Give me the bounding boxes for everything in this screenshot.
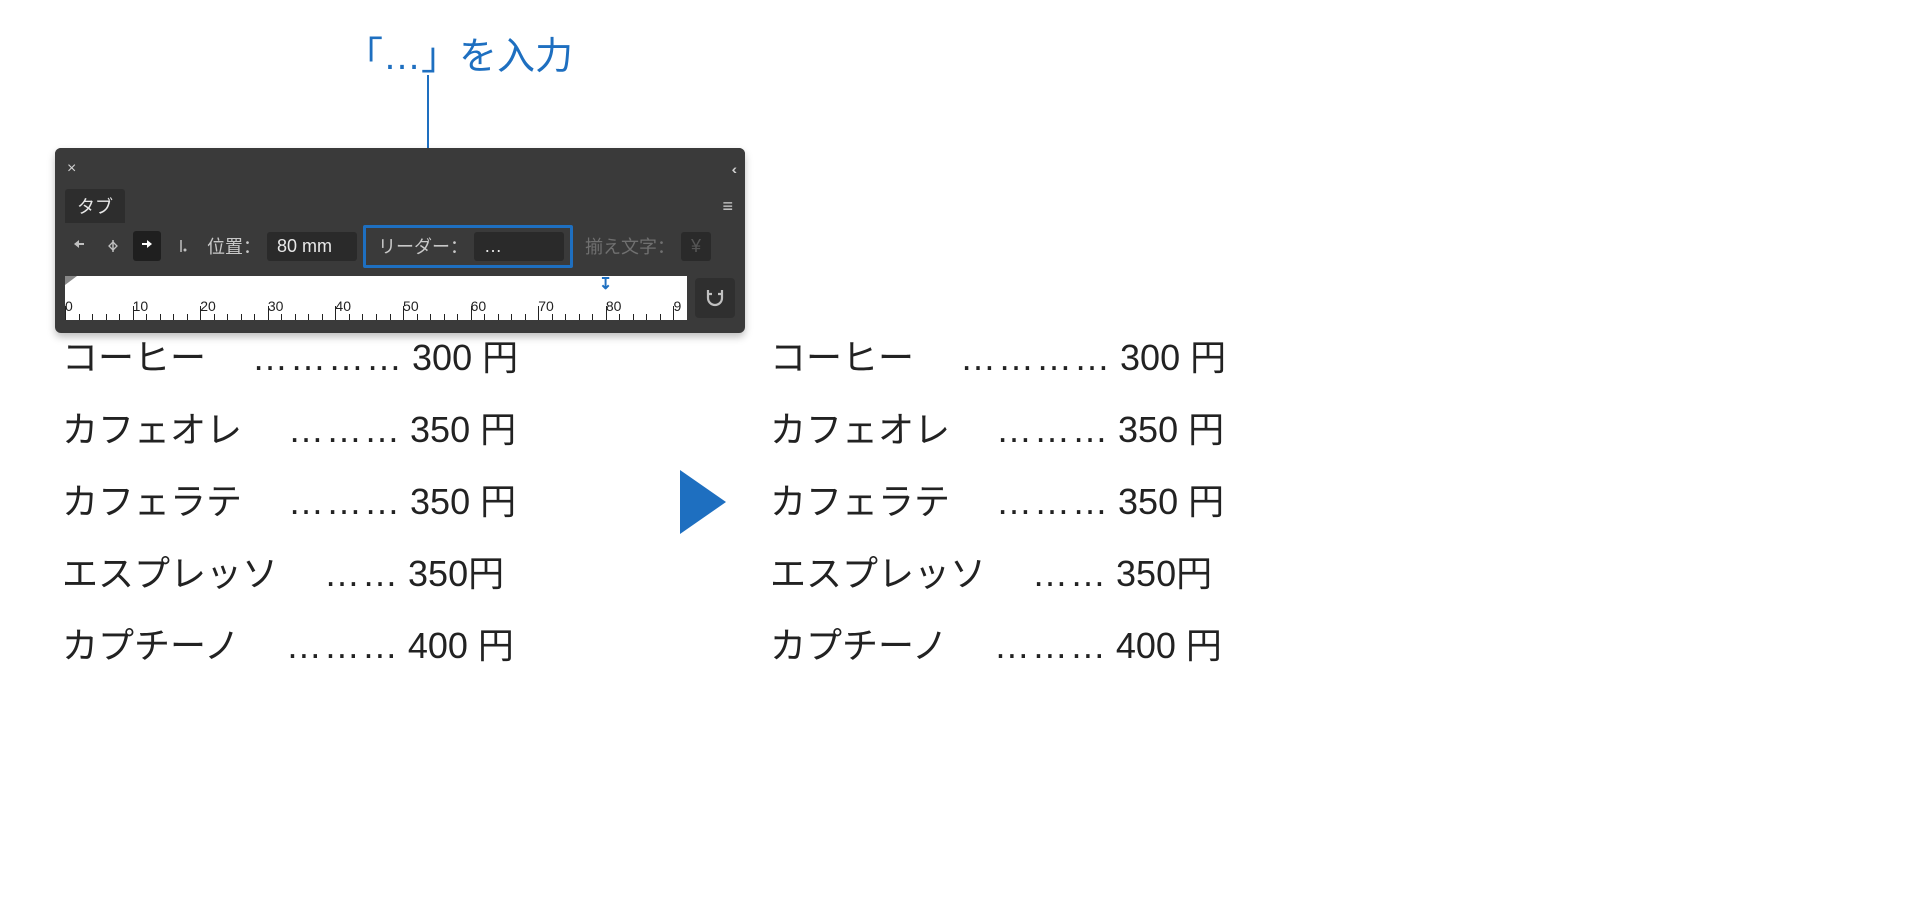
ruler-tick-label: 60 — [471, 298, 487, 314]
panel-menu-icon[interactable]: ≡ — [722, 196, 733, 217]
menu-item-price: 350円 — [408, 556, 504, 592]
align-char-input[interactable]: ¥ — [681, 232, 711, 261]
menu-item-name: コーヒー — [62, 340, 206, 376]
snap-magnet-icon[interactable] — [695, 278, 735, 318]
ruler-tick-label: 10 — [133, 298, 149, 314]
menu-item-name: エスプレッソ — [62, 556, 278, 592]
tab-align-center-icon[interactable] — [99, 231, 127, 261]
menu-item-leader: …… — [286, 556, 400, 592]
menu-item-name: カプチーノ — [62, 628, 240, 664]
menu-item: カプチーノ ……… 400 円 — [770, 628, 1350, 664]
menu-item: コーヒー ………… 300 円 — [770, 340, 1350, 376]
menu-item-leader: ……… — [956, 628, 1108, 664]
leader-input[interactable]: … — [474, 232, 564, 261]
position-label: 位置： — [207, 233, 261, 259]
menu-item-price: 300 円 — [412, 340, 518, 376]
leader-label: リーダー： — [378, 233, 468, 259]
menu-item: カフェオレ ……… 350 円 — [770, 412, 1350, 448]
ruler-tick-label: 20 — [200, 298, 216, 314]
annotation-text: 「…」を入力 — [345, 25, 573, 80]
menu-list-before: コーヒー ………… 300 円カフェオレ ……… 350 円カフェラテ ……… … — [62, 340, 642, 700]
menu-item-name: カフェオレ — [770, 412, 950, 448]
ruler-tick-label: 40 — [335, 298, 351, 314]
menu-item-price: 350 円 — [1118, 484, 1224, 520]
menu-item: カフェオレ ……… 350 円 — [62, 412, 642, 448]
panel-tab-title[interactable]: タブ — [65, 189, 125, 223]
menu-item-price: 350 円 — [410, 412, 516, 448]
tab-ruler[interactable]: ↧ 010203040506070809 — [65, 276, 687, 320]
menu-item-price: 350 円 — [410, 484, 516, 520]
menu-item-price: 400 円 — [408, 628, 514, 664]
menu-item: カフェラテ ……… 350 円 — [62, 484, 642, 520]
ruler-tick-label: 0 — [65, 298, 73, 314]
menu-item-price: 400 円 — [1116, 628, 1222, 664]
menu-item: カフェラテ ……… 350 円 — [770, 484, 1350, 520]
tab-align-right-icon[interactable] — [133, 231, 161, 261]
menu-item-leader: …… — [994, 556, 1108, 592]
ruler-tick-label: 30 — [268, 298, 284, 314]
menu-item: コーヒー ………… 300 円 — [62, 340, 642, 376]
ruler-tick-label: 50 — [403, 298, 419, 314]
menu-item-name: カフェラテ — [770, 484, 950, 520]
menu-item-leader: ………… — [922, 340, 1112, 376]
tabs-controls-row: 位置： 80 mm リーダー： … 揃え文字： ¥ — [55, 222, 745, 270]
ruler-ticks: 0 10 20 30 40 50 60 70 80 9 — [65, 286, 687, 320]
leader-group-highlight: リーダー： … — [363, 225, 573, 268]
ruler-row: ↧ 010203040506070809 — [55, 270, 745, 326]
collapse-icon[interactable]: ‹‹ — [732, 161, 733, 177]
menu-item-price: 350 円 — [1118, 412, 1224, 448]
panel-tabbar: タブ ≡ — [55, 190, 745, 222]
menu-item-leader: ……… — [248, 628, 400, 664]
menu-list-after: コーヒー ………… 300 円カフェオレ ……… 350 円カフェラテ ……… … — [770, 340, 1350, 700]
menu-item-name: コーヒー — [770, 340, 914, 376]
ruler-tick-label: 70 — [538, 298, 554, 314]
ruler-tick-label: 80 — [606, 298, 622, 314]
position-input[interactable]: 80 mm — [267, 232, 357, 261]
transition-arrow-icon — [680, 470, 726, 534]
menu-item-price: 300 円 — [1120, 340, 1226, 376]
menu-item-name: カフェラテ — [62, 484, 242, 520]
panel-header: × ‹‹ — [55, 148, 745, 190]
first-line-indent-icon[interactable] — [65, 276, 77, 285]
menu-item: エスプレッソ …… 350円 — [62, 556, 642, 592]
menu-item-leader: ……… — [250, 412, 402, 448]
menu-item-name: カプチーノ — [770, 628, 948, 664]
menu-item-leader: ……… — [250, 484, 402, 520]
menu-item-name: カフェオレ — [62, 412, 242, 448]
menu-item: エスプレッソ …… 350円 — [770, 556, 1350, 592]
menu-item-leader: ………… — [214, 340, 404, 376]
menu-item-price: 350円 — [1116, 556, 1212, 592]
tab-align-left-icon[interactable] — [65, 231, 93, 261]
tab-align-decimal-icon[interactable] — [167, 231, 195, 261]
menu-item: カプチーノ ……… 400 円 — [62, 628, 642, 664]
align-char-label: 揃え文字： — [585, 233, 675, 259]
ruler-tick-label: 9 — [673, 298, 681, 314]
tabs-panel: × ‹‹ タブ ≡ 位置： 80 mm リーダー： … 揃え文字： ¥ ↧ 01 — [55, 148, 745, 333]
menu-item-leader: ……… — [958, 484, 1110, 520]
close-icon[interactable]: × — [63, 156, 80, 182]
menu-item-leader: ……… — [958, 412, 1110, 448]
menu-item-name: エスプレッソ — [770, 556, 986, 592]
